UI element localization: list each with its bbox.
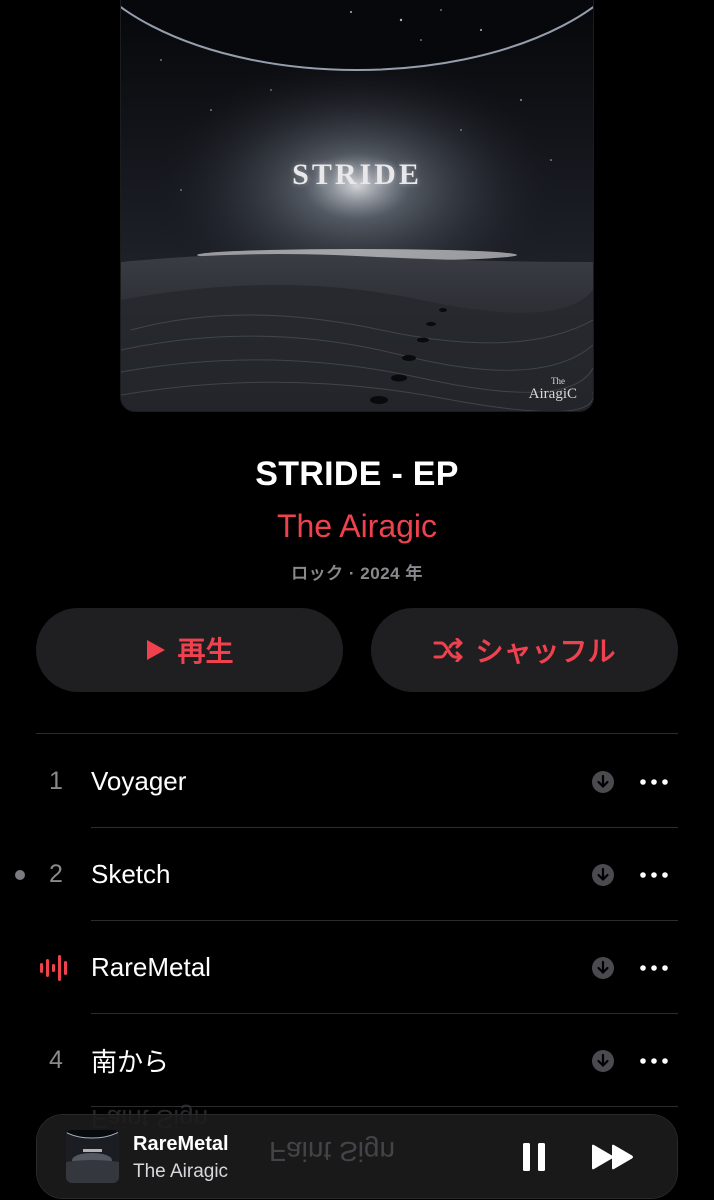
track-name: Sketch	[91, 859, 171, 889]
artwork-logo-name: AiragiC	[528, 386, 577, 402]
track-name: 南から	[91, 1047, 170, 1077]
waveform-icon	[40, 955, 67, 981]
track-number: 4	[49, 1046, 63, 1074]
track-name: Voyager	[91, 766, 187, 796]
now-playing-title: RareMetal	[133, 1133, 229, 1155]
download-icon[interactable]	[592, 1050, 614, 1072]
track-row-3[interactable]: RareMetal	[0, 921, 714, 1014]
download-icon[interactable]	[592, 864, 614, 886]
shuffle-button[interactable]: シャッフル	[371, 608, 678, 692]
mini-player-background-text: Faint Sign	[269, 1136, 396, 1167]
track-number: 2	[49, 860, 63, 888]
last-played-dot	[15, 870, 25, 880]
album-title: STRIDE - EP	[255, 455, 459, 493]
play-button-label: 再生	[177, 636, 234, 667]
more-icon[interactable]	[636, 1046, 672, 1076]
album-artist-link[interactable]: The Airagic	[0, 508, 714, 545]
artwork-title-text: STRIDE	[292, 158, 422, 191]
track-row-2[interactable]: 2 Sketch	[0, 828, 714, 921]
more-icon[interactable]	[636, 860, 672, 890]
artwork-band-logo: The AiragiC	[528, 375, 577, 402]
tracklist-divider	[36, 733, 678, 734]
album-artwork: STRIDE The AiragiC	[121, 0, 593, 411]
shuffle-button-label: シャッフル	[475, 636, 616, 667]
track-row-1[interactable]: 1 Voyager	[0, 735, 714, 828]
more-icon[interactable]	[636, 953, 672, 983]
pause-icon	[523, 1143, 545, 1171]
track-row-4[interactable]: 4 南から	[0, 1014, 714, 1107]
now-playing-artist: The Airagic	[133, 1161, 229, 1182]
download-icon[interactable]	[592, 771, 614, 793]
play-icon	[147, 640, 166, 660]
track-name: RareMetal	[91, 952, 211, 982]
track-number: 1	[49, 767, 63, 795]
play-button[interactable]: 再生	[36, 608, 343, 692]
mini-player-artwork[interactable]	[66, 1130, 119, 1183]
download-icon[interactable]	[592, 957, 614, 979]
next-button[interactable]	[589, 1140, 637, 1174]
more-icon[interactable]	[636, 767, 672, 797]
forward-icon	[592, 1144, 633, 1170]
shuffle-icon	[433, 638, 463, 662]
album-genre-year: ロック · 2024 年	[291, 564, 423, 583]
mini-player[interactable]: Faint Sign RareMetal The Airagic	[37, 1115, 677, 1198]
artwork-image	[121, 0, 593, 411]
pause-button[interactable]	[517, 1140, 551, 1174]
